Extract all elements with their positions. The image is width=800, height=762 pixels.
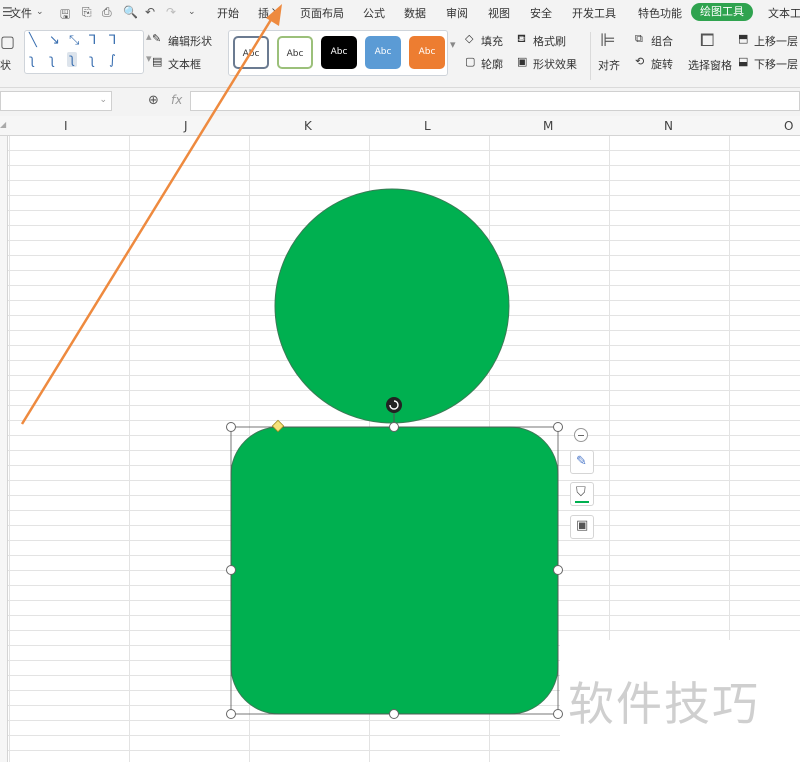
rounded-rectangle-shape[interactable] xyxy=(230,426,559,715)
resize-handle-top-right[interactable] xyxy=(553,422,563,432)
resize-handle-left[interactable] xyxy=(226,565,236,575)
paint-bucket-icon: ⛉ xyxy=(576,485,586,500)
pen-icon: ✎ xyxy=(576,454,587,469)
drawing-layer xyxy=(20,4,563,719)
watermark: 软件技巧 xyxy=(568,677,760,731)
resize-handle-bottom-right[interactable] xyxy=(553,709,563,719)
resize-handle-top-left[interactable] xyxy=(226,422,236,432)
collapse-toolbar-button[interactable] xyxy=(574,428,588,442)
resize-handle-top[interactable] xyxy=(389,422,399,432)
minus-icon xyxy=(578,435,584,436)
shape-layout-tool[interactable]: ▣ xyxy=(570,515,594,539)
shape-outline-tool[interactable]: ✎ xyxy=(570,450,594,474)
frame-icon: ▣ xyxy=(576,518,589,533)
resize-handle-bottom-left[interactable] xyxy=(226,709,236,719)
annotation-arrow-line xyxy=(20,17,274,425)
resize-handle-bottom[interactable] xyxy=(389,709,399,719)
fill-color-bar xyxy=(575,501,589,503)
rotate-handle[interactable] xyxy=(386,397,402,413)
circle-shape[interactable] xyxy=(274,188,510,424)
shape-fill-tool[interactable]: ⛉ xyxy=(570,482,594,506)
resize-handle-right[interactable] xyxy=(553,565,563,575)
